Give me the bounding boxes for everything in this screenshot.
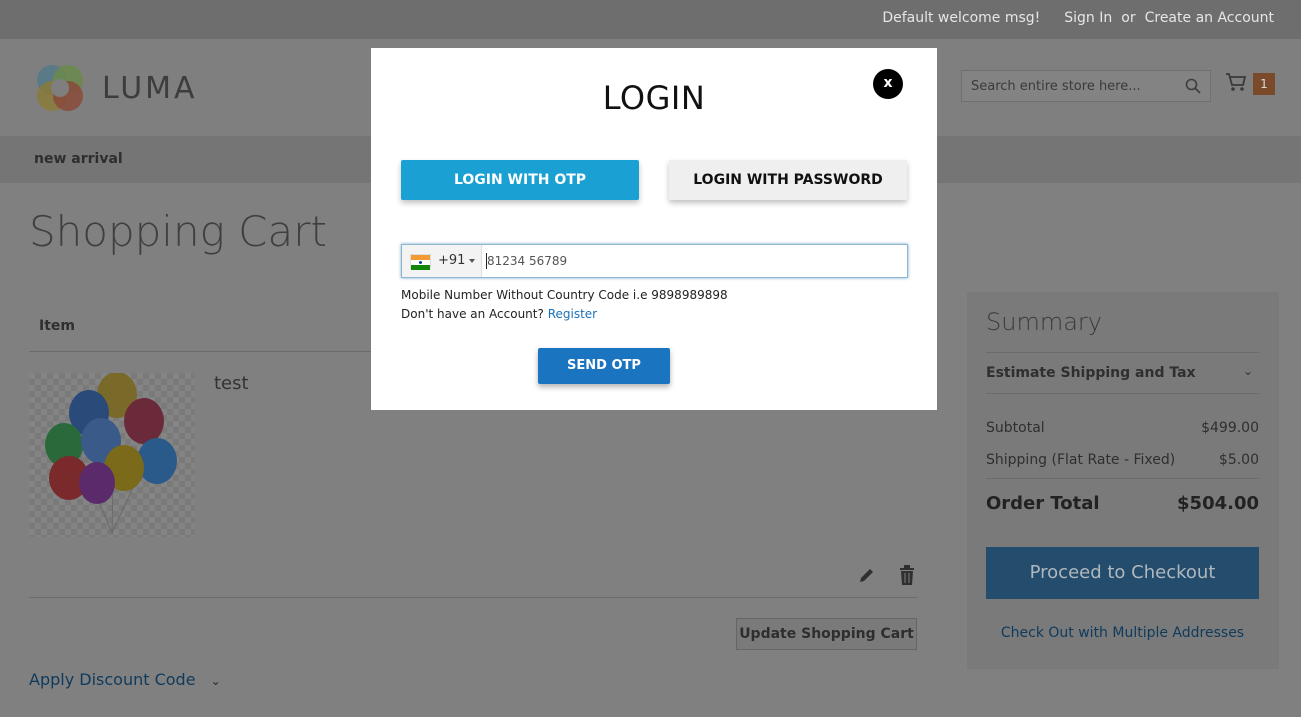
order-total-row: Order Total $504.00	[986, 493, 1259, 514]
update-cart-button[interactable]: Update Shopping Cart	[736, 618, 917, 650]
luma-logo-icon	[34, 62, 86, 114]
product-image[interactable]	[29, 372, 195, 537]
divider	[986, 478, 1259, 479]
india-flag-icon	[410, 254, 431, 270]
top-bar: Default welcome msg! Sign In or Create a…	[0, 0, 1301, 39]
delete-item-icon[interactable]	[899, 565, 915, 585]
login-modal: LOGIN x LOGIN WITH OTP LOGIN WITH PASSWO…	[371, 48, 937, 410]
create-account-link[interactable]: Create an Account	[1145, 10, 1274, 26]
mobile-number-placeholder: 81234 56789	[487, 254, 568, 268]
header-links: Default welcome msg! Sign In or Create a…	[882, 10, 1274, 26]
subtotal-label: Subtotal	[986, 420, 1045, 436]
shipping-row: Shipping (Flat Rate - Fixed) $5.00	[986, 452, 1259, 468]
multi-address-checkout-link[interactable]: Check Out with Multiple Addresses	[986, 625, 1259, 641]
apply-discount-label: Apply Discount Code	[29, 670, 196, 689]
tab-login-with-password[interactable]: LOGIN WITH PASSWORD	[669, 160, 907, 200]
search-placeholder: Search entire store here...	[971, 79, 1141, 94]
subtotal-row: Subtotal $499.00	[986, 420, 1259, 436]
column-header-item: Item	[39, 318, 75, 334]
chevron-down-icon: ⌄	[210, 674, 221, 688]
cart-icon	[1225, 72, 1247, 96]
store-logo[interactable]: LUMA	[34, 62, 198, 114]
or-text: or	[1121, 10, 1136, 26]
apply-discount-toggle[interactable]: Apply Discount Code ⌄	[29, 670, 221, 689]
nav-item-new-arrival[interactable]: new arrival	[34, 151, 123, 167]
order-total-value: $504.00	[1177, 493, 1259, 514]
summary-title: Summary	[986, 308, 1102, 336]
sign-in-link[interactable]: Sign In	[1064, 10, 1112, 26]
send-otp-button[interactable]: SEND OTP	[538, 348, 670, 384]
mobile-number-hint: Mobile Number Without Country Code i.e 9…	[401, 288, 728, 302]
proceed-to-checkout-button[interactable]: Proceed to Checkout	[986, 547, 1259, 599]
logo-text: LUMA	[102, 70, 198, 106]
search-input[interactable]: Search entire store here...	[961, 70, 1211, 102]
country-code-selector[interactable]: +91	[402, 245, 482, 277]
shipping-label: Shipping (Flat Rate - Fixed)	[986, 452, 1176, 468]
product-name-link[interactable]: test	[214, 373, 249, 394]
register-link[interactable]: Register	[548, 307, 597, 321]
cart-count-badge: 1	[1253, 73, 1275, 95]
country-code: +91	[438, 253, 466, 268]
shipping-value: $5.00	[1218, 452, 1259, 468]
search-icon[interactable]	[1185, 78, 1201, 94]
edit-item-icon[interactable]	[858, 566, 876, 584]
estimate-shipping-toggle[interactable]: Estimate Shipping and Tax	[986, 365, 1196, 381]
mobile-number-field[interactable]: +91 81234 56789	[401, 244, 908, 278]
subtotal-value: $499.00	[1201, 420, 1259, 436]
page-title: Shopping Cart	[29, 207, 327, 256]
cart-summary: Summary Estimate Shipping and Tax ⌄ Subt…	[967, 292, 1279, 669]
divider	[29, 597, 917, 598]
minicart-button[interactable]: 1	[1225, 72, 1275, 96]
welcome-message: Default welcome msg!	[882, 10, 1041, 26]
no-account-text: Don't have an Account?	[401, 307, 544, 321]
modal-title: LOGIN	[602, 79, 706, 117]
caret-down-icon	[469, 259, 475, 263]
divider	[986, 393, 1259, 394]
close-modal-button[interactable]: x	[873, 69, 903, 99]
tab-login-with-otp[interactable]: LOGIN WITH OTP	[401, 160, 639, 200]
register-prompt: Don't have an Account? Register	[401, 307, 597, 321]
chevron-down-icon[interactable]: ⌄	[1243, 364, 1253, 378]
order-total-label: Order Total	[986, 493, 1100, 514]
divider	[986, 352, 1259, 353]
